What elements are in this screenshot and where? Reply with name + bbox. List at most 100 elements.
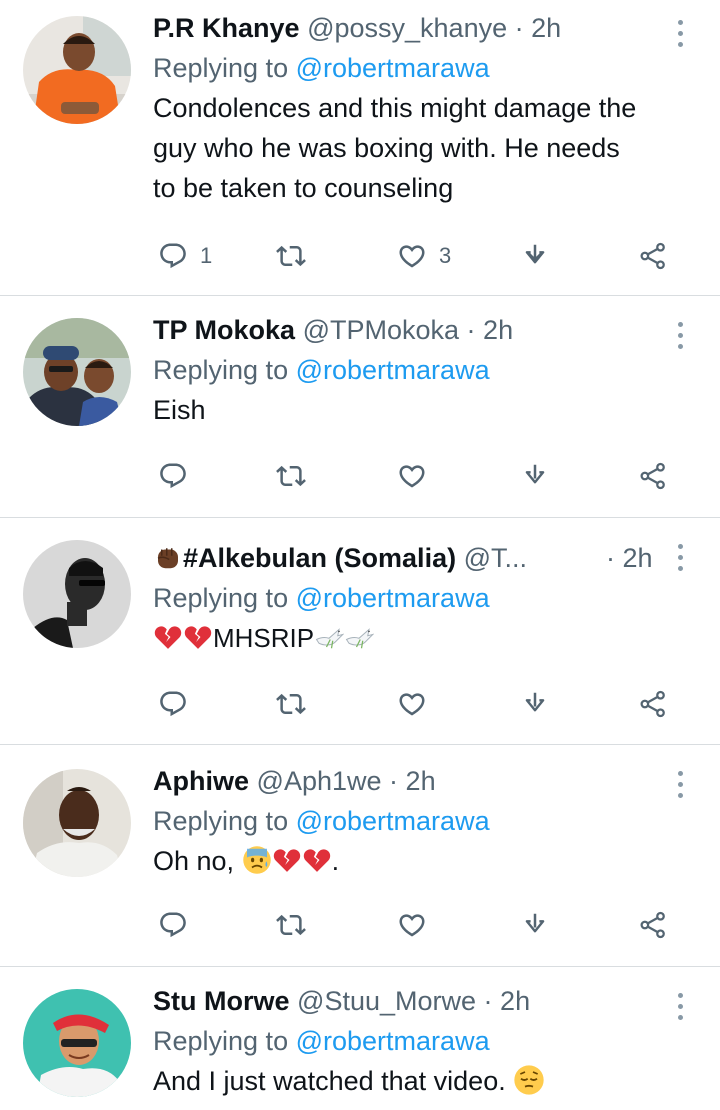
display-name[interactable]: Aphiwe xyxy=(153,766,249,796)
share-icon xyxy=(638,461,668,491)
broken-heart-icon xyxy=(153,622,183,652)
share-button[interactable] xyxy=(638,454,668,498)
tweet-text-end: . xyxy=(331,846,340,876)
replying-to-label: Replying to xyxy=(153,1026,289,1056)
broken-heart-icon xyxy=(302,845,332,875)
display-name[interactable]: TP Mokoka xyxy=(153,315,295,345)
tweet-text: Eish xyxy=(153,390,680,430)
replying-to-mention[interactable]: @robertmarawa xyxy=(296,53,490,83)
timestamp[interactable]: 2h xyxy=(623,543,653,573)
separator-dot: · xyxy=(466,315,476,345)
tweet-text-line: guy who he was boxing with. He needs xyxy=(153,133,620,163)
separator-dot: · xyxy=(514,13,524,43)
share-icon xyxy=(638,910,668,940)
tweet-reply[interactable]: P.R Khanye @possy_khanye · 2h Replying t… xyxy=(0,0,720,295)
dove-icon xyxy=(314,622,344,652)
reply-icon xyxy=(158,241,188,271)
like-button[interactable] xyxy=(397,903,427,947)
tweet-reply[interactable]: Stu Morwe @Stuu_Morwe · 2h Replying to @… xyxy=(0,967,720,1110)
timestamp[interactable]: 2h xyxy=(500,986,530,1016)
reply-button[interactable] xyxy=(158,454,188,498)
avatar[interactable] xyxy=(23,769,131,877)
tweet-header: #Alkebulan (Somalia) @T... xyxy=(153,538,680,578)
replying-to-label: Replying to xyxy=(153,583,289,613)
tweet-text-line: Oh no, xyxy=(153,846,235,876)
avatar[interactable] xyxy=(23,989,131,1097)
user-handle[interactable]: @T... xyxy=(464,543,527,573)
reply-icon xyxy=(158,910,188,940)
replying-to-mention[interactable]: @robertmarawa xyxy=(296,583,490,613)
share-button[interactable] xyxy=(638,682,668,726)
avatar[interactable] xyxy=(23,16,131,124)
tweet-reply[interactable]: #Alkebulan (Somalia) @T... Replying to @… xyxy=(0,518,720,744)
replying-to-mention[interactable]: @robertmarawa xyxy=(296,355,490,385)
download-icon xyxy=(525,464,545,484)
user-handle[interactable]: @Stuu_Morwe xyxy=(297,986,476,1016)
reply-button[interactable] xyxy=(158,903,188,947)
download-icon xyxy=(525,692,545,712)
like-button[interactable] xyxy=(397,682,427,726)
replying-to-mention[interactable]: @robertmarawa xyxy=(296,1026,490,1056)
action-bar xyxy=(0,454,720,498)
dove-icon xyxy=(344,622,374,652)
more-vertical-icon[interactable] xyxy=(670,14,690,54)
download-button[interactable] xyxy=(520,234,550,278)
replying-to: Replying to @robertmarawa xyxy=(153,1021,680,1061)
more-vertical-icon[interactable] xyxy=(670,316,690,356)
tweet-header: P.R Khanye @possy_khanye · 2h xyxy=(153,8,680,48)
tweet-reply[interactable]: TP Mokoka @TPMokoka · 2h Replying to @ro… xyxy=(0,296,720,516)
download-icon xyxy=(525,913,545,933)
user-handle[interactable]: @TPMokoka xyxy=(303,315,459,345)
heart-icon xyxy=(397,910,427,940)
heart-icon xyxy=(397,241,427,271)
retweet-icon xyxy=(276,910,306,940)
share-button[interactable] xyxy=(638,234,668,278)
timestamp[interactable]: 2h xyxy=(483,315,513,345)
display-name[interactable]: Stu Morwe xyxy=(153,986,290,1016)
tweet-text-line: to be taken to counseling xyxy=(153,173,454,203)
more-vertical-icon[interactable] xyxy=(670,987,690,1027)
download-button[interactable] xyxy=(520,454,550,498)
reply-button[interactable]: 1 xyxy=(158,234,212,278)
user-handle[interactable]: @possy_khanye xyxy=(307,13,507,43)
timestamp[interactable]: 2h xyxy=(406,766,436,796)
avatar[interactable] xyxy=(23,540,131,648)
share-button[interactable] xyxy=(638,903,668,947)
avatar[interactable] xyxy=(23,318,131,426)
retweet-button[interactable] xyxy=(276,234,318,278)
action-bar: 1 3 xyxy=(0,234,720,278)
replying-to-label: Replying to xyxy=(153,355,289,385)
more-vertical-icon[interactable] xyxy=(670,538,690,578)
replying-to-mention[interactable]: @robertmarawa xyxy=(296,806,490,836)
action-bar xyxy=(0,903,720,947)
like-count: 3 xyxy=(439,243,452,268)
broken-heart-icon xyxy=(272,845,302,875)
more-vertical-icon[interactable] xyxy=(670,765,690,805)
pensive-face-icon xyxy=(513,1064,545,1096)
display-name[interactable]: #Alkebulan (Somalia) xyxy=(183,543,456,573)
retweet-button[interactable] xyxy=(276,903,306,947)
heart-icon xyxy=(397,461,427,491)
heart-icon xyxy=(397,689,427,719)
like-button[interactable] xyxy=(397,454,427,498)
retweet-button[interactable] xyxy=(276,682,306,726)
download-icon xyxy=(525,244,545,264)
reply-icon xyxy=(158,689,188,719)
download-button[interactable] xyxy=(520,682,550,726)
tweet-reply[interactable]: Aphiwe @Aph1we · 2h Replying to @robertm… xyxy=(0,745,720,966)
reply-button[interactable] xyxy=(158,682,188,726)
retweet-icon xyxy=(276,461,306,491)
tweet-text: Oh no, . xyxy=(153,841,680,881)
timestamp[interactable]: 2h xyxy=(531,13,561,43)
display-name[interactable]: P.R Khanye xyxy=(153,13,300,43)
download-button[interactable] xyxy=(520,903,550,947)
replying-to-label: Replying to xyxy=(153,806,289,836)
separator-dot: · xyxy=(483,986,493,1016)
retweet-button[interactable] xyxy=(276,454,306,498)
broken-heart-icon xyxy=(183,622,213,652)
separator-dot: · xyxy=(389,766,399,796)
user-handle[interactable]: @Aph1we xyxy=(257,766,382,796)
tweet-text-line: MHSRIP xyxy=(213,623,315,653)
reply-count: 1 xyxy=(200,243,213,268)
like-button[interactable]: 3 xyxy=(397,234,451,278)
